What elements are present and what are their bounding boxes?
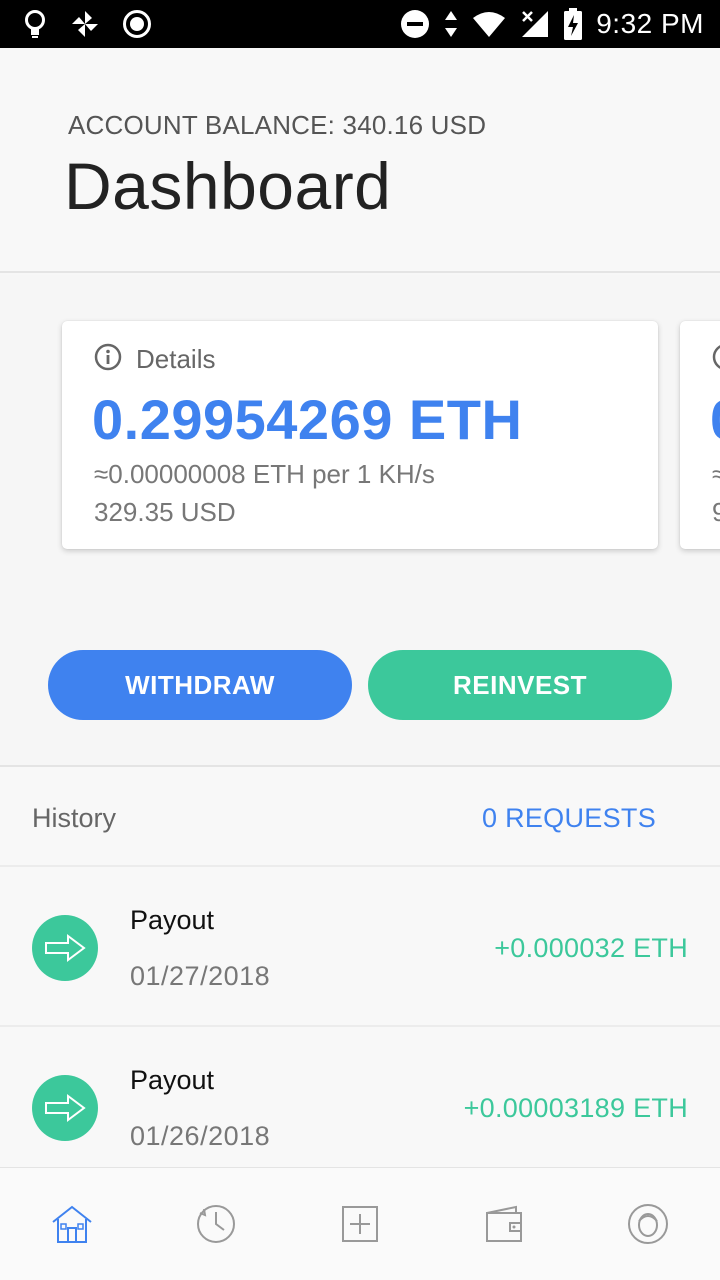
account-balance-label: ACCOUNT BALANCE: 340.16 USD bbox=[68, 110, 487, 140]
record-icon bbox=[122, 9, 152, 39]
profile-icon bbox=[627, 1203, 669, 1250]
do-not-disturb-icon bbox=[400, 9, 430, 39]
history-item-date: 01/26/2018 bbox=[130, 1121, 271, 1151]
next-card-header bbox=[712, 343, 720, 376]
nav-add[interactable] bbox=[336, 1202, 384, 1250]
history-row[interactable]: Payout 01/27/2018 +0.000032 ETH bbox=[0, 867, 720, 1027]
card-header: Details bbox=[94, 343, 215, 376]
reinvest-button[interactable]: REINVEST bbox=[368, 650, 672, 720]
withdraw-button[interactable]: WITHDRAW bbox=[48, 650, 352, 720]
next-card-rate: ≈ bbox=[712, 459, 720, 489]
card-details-label: Details bbox=[136, 344, 216, 374]
dashboard-header: ACCOUNT BALANCE: 340.16 USD Dashboard bbox=[0, 48, 720, 273]
add-icon bbox=[341, 1205, 379, 1248]
bottom-nav bbox=[0, 1167, 720, 1280]
nav-profile[interactable] bbox=[624, 1202, 672, 1250]
history-item-amount: +0.00003189 ETH bbox=[463, 1093, 688, 1123]
usd-value: 329.35 USD bbox=[94, 497, 236, 527]
page-title: Dashboard bbox=[64, 149, 392, 223]
history-item-amount: +0.000032 ETH bbox=[494, 933, 688, 963]
payout-arrow-icon bbox=[32, 915, 98, 981]
history-clock-icon bbox=[195, 1203, 237, 1250]
balance-card[interactable]: Details 0.29954269 ETH ≈0.00000008 ETH p… bbox=[62, 321, 658, 549]
status-left-icons bbox=[22, 9, 152, 39]
lightbulb-icon bbox=[22, 9, 48, 39]
wallet-icon bbox=[484, 1205, 524, 1248]
history-item-type: Payout bbox=[130, 1065, 215, 1095]
history-row[interactable]: Payout 01/26/2018 +0.00003189 ETH bbox=[0, 1027, 720, 1187]
history-title: History bbox=[32, 803, 117, 833]
eth-balance-amount: 0.29954269 ETH bbox=[92, 388, 523, 451]
nav-history[interactable] bbox=[192, 1202, 240, 1250]
signal-icon bbox=[520, 9, 550, 39]
battery-charging-icon bbox=[564, 8, 583, 40]
balance-carousel[interactable]: Details 0.29954269 ETH ≈0.00000008 ETH p… bbox=[0, 275, 720, 765]
data-arrows-icon bbox=[444, 10, 458, 38]
wifi-icon bbox=[472, 10, 506, 38]
history-header: History 0 REQUESTS bbox=[0, 765, 720, 867]
payout-arrow-icon bbox=[32, 1075, 98, 1141]
home-icon bbox=[50, 1204, 94, 1249]
status-bar: 9:32 PM bbox=[0, 0, 720, 48]
nav-home[interactable] bbox=[48, 1202, 96, 1250]
next-card-peek[interactable]: 0 ≈ 9 bbox=[680, 321, 720, 549]
status-time: 9:32 PM bbox=[596, 8, 704, 39]
info-icon bbox=[94, 343, 122, 376]
pinwheel-icon bbox=[70, 9, 100, 39]
history-item-type: Payout bbox=[130, 905, 215, 935]
next-card-amount: 0 bbox=[710, 387, 720, 452]
info-icon bbox=[712, 343, 720, 376]
nav-wallet[interactable] bbox=[480, 1202, 528, 1250]
status-right-icons: 9:32 PM bbox=[400, 8, 704, 40]
next-card-usd: 9 bbox=[712, 497, 720, 527]
history-item-date: 01/27/2018 bbox=[130, 961, 271, 991]
requests-link[interactable]: 0 REQUESTS bbox=[482, 803, 656, 834]
hashrate-earnings: ≈0.00000008 ETH per 1 KH/s bbox=[94, 459, 435, 489]
